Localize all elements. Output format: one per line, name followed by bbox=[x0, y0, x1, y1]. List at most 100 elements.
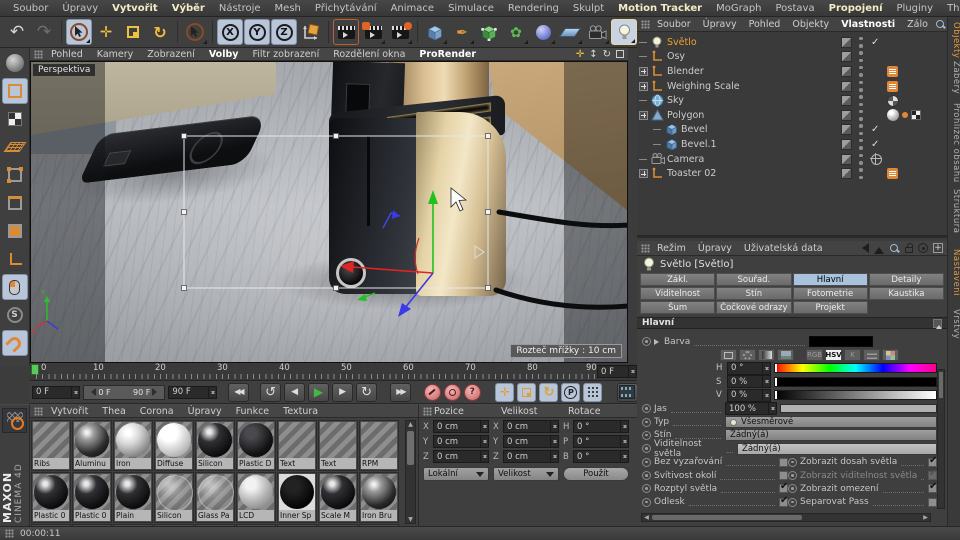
om-menu-pohled[interactable]: Pohled bbox=[744, 19, 786, 30]
menu-pluginy[interactable]: Pluginy bbox=[890, 3, 941, 14]
vp-maximize-icon[interactable] bbox=[616, 50, 624, 58]
scrollbar-thumb[interactable] bbox=[652, 515, 802, 520]
material-item[interactable]: Silicon bbox=[154, 472, 194, 523]
vp-zoom-icon[interactable]: ↕ bbox=[589, 49, 597, 60]
rgb-mode-button[interactable]: RGB bbox=[806, 349, 823, 361]
menu-thea-render[interactable]: Thea Render bbox=[940, 3, 960, 14]
hue-marker[interactable] bbox=[775, 364, 777, 372]
texture-mode-button[interactable] bbox=[2, 106, 28, 132]
object-row-bevel1[interactable]: Bevel.1 ✓ bbox=[637, 137, 947, 152]
keyframe-radio-icon[interactable] bbox=[642, 431, 651, 440]
panel-grip-icon[interactable] bbox=[641, 20, 650, 29]
no-illumination-row[interactable]: Bez vyzařování bbox=[642, 457, 788, 467]
menu-prichytavani[interactable]: Přichytávání bbox=[308, 3, 384, 14]
menu-propojeni[interactable]: Propojení bbox=[822, 3, 890, 14]
coordinate-system-button[interactable] bbox=[298, 19, 324, 45]
visibility-dots[interactable] bbox=[859, 95, 863, 106]
visibility-dots[interactable] bbox=[859, 168, 863, 179]
record-scale-button[interactable] bbox=[517, 383, 536, 402]
brightness-field[interactable]: 100 % bbox=[725, 402, 777, 415]
keyframe-radio-icon[interactable] bbox=[642, 498, 651, 507]
light-visibility-dropdown[interactable]: Žádný(á) bbox=[737, 443, 937, 455]
om-menu-upravy[interactable]: Úpravy bbox=[698, 19, 742, 30]
tweak-mode-button[interactable] bbox=[2, 274, 28, 300]
keyframe-radio-icon[interactable] bbox=[642, 418, 651, 427]
record-keyframe-button[interactable] bbox=[424, 384, 441, 401]
panel-grip-icon[interactable] bbox=[423, 407, 432, 416]
om-menu-objekty[interactable]: Objekty bbox=[787, 19, 834, 30]
value-marker[interactable] bbox=[775, 391, 777, 399]
point-level-animation-button[interactable] bbox=[583, 383, 602, 402]
panel-grip-icon[interactable] bbox=[5, 529, 14, 538]
timeline-ruler[interactable]: 0 10 20 30 40 50 60 70 80 90 0 F bbox=[30, 363, 640, 381]
layer-swatch[interactable] bbox=[841, 37, 852, 48]
layer-swatch[interactable] bbox=[841, 66, 852, 77]
ambient-illumination-row[interactable]: Svítivost okolí bbox=[642, 471, 788, 481]
spinner-icon[interactable] bbox=[762, 390, 770, 401]
current-frame-field[interactable]: 0 F bbox=[32, 386, 80, 399]
redo-button[interactable] bbox=[31, 19, 57, 45]
brightness-slider[interactable] bbox=[780, 404, 937, 413]
color-swatch[interactable] bbox=[809, 336, 873, 347]
timeline-window-button[interactable] bbox=[617, 383, 638, 402]
side-tab-objekty[interactable]: Objekty bbox=[948, 22, 960, 58]
layer-swatch[interactable] bbox=[841, 168, 852, 179]
attributes-vertical-scrollbar[interactable] bbox=[937, 369, 945, 509]
snap-toggle-button[interactable] bbox=[2, 330, 28, 356]
tab-fotometrie[interactable]: Fotometrie bbox=[793, 287, 868, 300]
polygons-mode-button[interactable] bbox=[2, 218, 28, 244]
show-light-visibility-row[interactable]: Zobrazit viditelnost světla ✔ bbox=[788, 471, 937, 481]
visibility-dots[interactable] bbox=[859, 110, 863, 121]
om-menu-zalozky[interactable]: Zálo bbox=[902, 19, 933, 30]
vp-menu-rozdeleni[interactable]: Rozdělení okna bbox=[327, 49, 411, 60]
sliders-icon[interactable] bbox=[863, 349, 880, 361]
selection-tag-icon[interactable] bbox=[902, 112, 908, 118]
subdivision-surface-button[interactable] bbox=[476, 19, 502, 45]
go-to-start-button[interactable] bbox=[228, 383, 249, 402]
gradient-icon[interactable] bbox=[758, 349, 775, 361]
menu-skulpt[interactable]: Skulpt bbox=[566, 3, 611, 14]
last-tool-button[interactable] bbox=[182, 19, 208, 45]
tab-kaustika[interactable]: Kaustika bbox=[869, 287, 944, 300]
annotation-tag-icon[interactable] bbox=[887, 66, 898, 77]
saturation-field[interactable]: 0 % bbox=[727, 375, 771, 388]
checkbox[interactable]: ✔ bbox=[928, 458, 937, 467]
rotate-tool-button[interactable] bbox=[147, 19, 173, 45]
screen-picker-icon[interactable] bbox=[720, 349, 737, 361]
tab-projekt[interactable]: Projekt bbox=[793, 301, 868, 314]
next-frame-button[interactable] bbox=[332, 383, 353, 402]
record-rotation-button[interactable] bbox=[539, 383, 558, 402]
spinner-icon[interactable] bbox=[762, 376, 770, 387]
material-item[interactable]: Plastic 0 bbox=[31, 472, 71, 523]
target-icon[interactable] bbox=[918, 243, 928, 253]
menu-vyber[interactable]: Výběr bbox=[165, 3, 212, 14]
image-icon[interactable] bbox=[777, 349, 794, 361]
floor-button[interactable] bbox=[557, 19, 583, 45]
tab-cockove-odrazy[interactable]: Čočkové odrazy bbox=[716, 301, 791, 314]
play-button[interactable] bbox=[308, 383, 329, 402]
size-mode-dropdown[interactable]: Velikost bbox=[493, 467, 559, 481]
keyframe-radio-icon[interactable] bbox=[642, 484, 651, 493]
visibility-dots[interactable] bbox=[859, 66, 863, 77]
scale-tool-button[interactable] bbox=[120, 19, 146, 45]
vp-menu-volby[interactable]: Volby bbox=[203, 49, 245, 60]
material-item[interactable]: Text bbox=[318, 420, 358, 471]
scroll-up-icon[interactable] bbox=[933, 319, 942, 328]
rot-p-field[interactable]: 0 ° bbox=[573, 435, 629, 448]
undo-button[interactable] bbox=[4, 19, 30, 45]
expand-icon[interactable] bbox=[639, 111, 648, 120]
tab-detaily[interactable]: Detaily bbox=[869, 273, 944, 286]
spinner-icon[interactable] bbox=[208, 387, 216, 398]
material-item[interactable]: Diffuse bbox=[154, 420, 194, 471]
keyframe-radio-icon[interactable] bbox=[642, 458, 651, 467]
object-row-blender[interactable]: Blender bbox=[637, 64, 947, 79]
object-row-weighing-scale[interactable]: Weighing Scale bbox=[637, 79, 947, 94]
annotation-tag-icon[interactable] bbox=[887, 81, 898, 92]
uvw-tag-icon[interactable] bbox=[911, 110, 921, 120]
record-position-button[interactable] bbox=[495, 383, 514, 402]
checkbox[interactable]: ✔ bbox=[928, 471, 937, 480]
content-browser-icon[interactable] bbox=[2, 408, 27, 433]
keyframe-radio-icon[interactable] bbox=[642, 471, 651, 480]
viewport-solo-button[interactable]: S bbox=[2, 302, 28, 328]
history-back-icon[interactable] bbox=[857, 243, 869, 253]
